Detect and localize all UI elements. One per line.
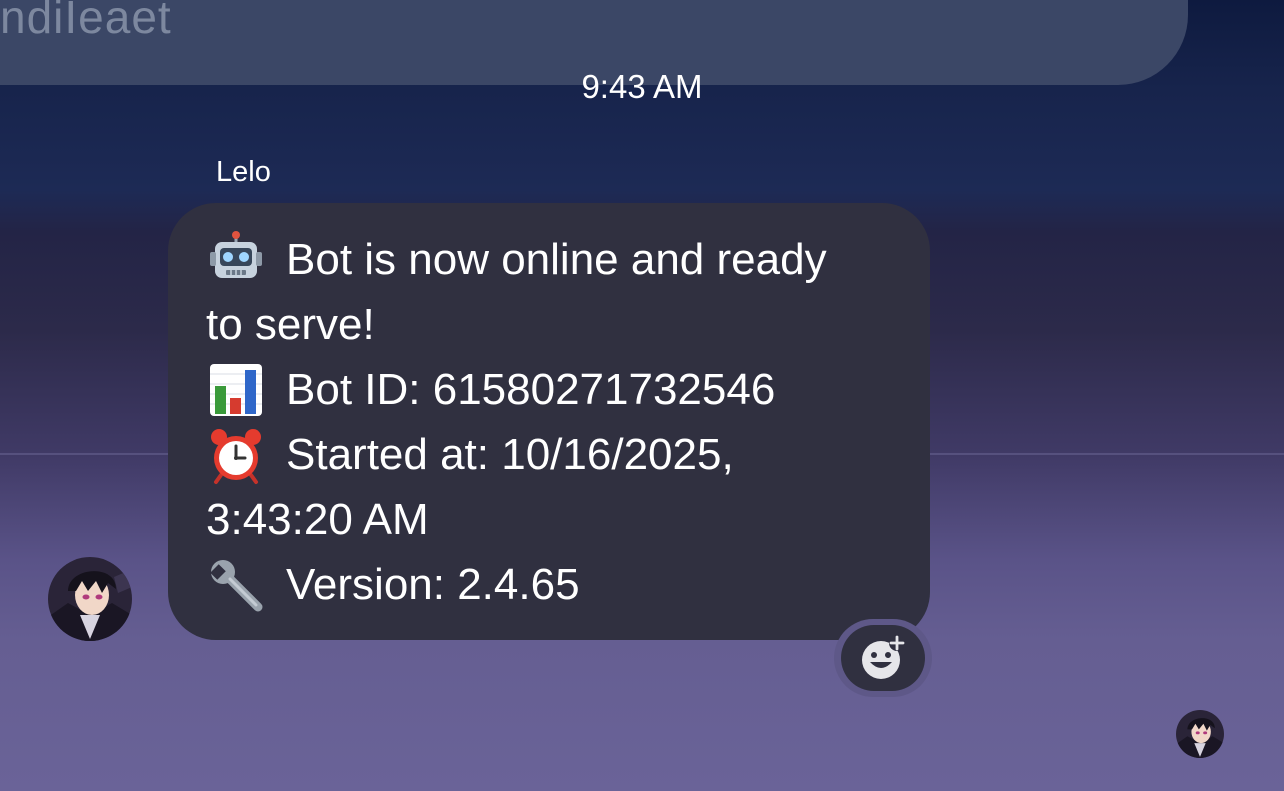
message-line-text: Started at: 10/16/2025, xyxy=(286,430,734,479)
message-line: Started at: 10/16/2025, xyxy=(206,422,900,487)
read-receipt-avatar xyxy=(1176,710,1224,758)
wrench-icon xyxy=(210,559,263,611)
sender-name: Lelo xyxy=(216,156,271,188)
avatar-image xyxy=(48,557,132,641)
message-line-text: Bot is now online and ready xyxy=(286,235,827,284)
message-line: Bot ID: 61580271732546 xyxy=(206,357,900,422)
sender-avatar[interactable] xyxy=(48,557,132,641)
avatar-image xyxy=(1176,710,1224,758)
message-timestamp: 9:43 AM xyxy=(581,68,703,105)
message-line: Version: 2.4.65 xyxy=(206,552,900,617)
message-line-text: Version: 2.4.65 xyxy=(286,560,580,609)
message-line-text: Bot ID: 61580271732546 xyxy=(286,365,776,414)
message-bubble[interactable]: Bot is now online and ready to serve! Bo… xyxy=(168,203,930,640)
previous-message-text: ndiIeaet xyxy=(0,0,172,43)
alarm-clock-icon xyxy=(211,428,261,484)
bar-chart-icon xyxy=(210,363,262,416)
robot-icon xyxy=(210,230,262,278)
message-line-text: 3:43:20 AM xyxy=(206,495,429,544)
message-line: Bot is now online and ready xyxy=(206,227,900,292)
add-reaction-icon xyxy=(862,635,905,679)
add-reaction-button[interactable] xyxy=(841,625,925,691)
message-line: to serve! xyxy=(206,292,900,357)
message-line-text: to serve! xyxy=(206,300,375,349)
message-line: 3:43:20 AM xyxy=(206,487,900,552)
